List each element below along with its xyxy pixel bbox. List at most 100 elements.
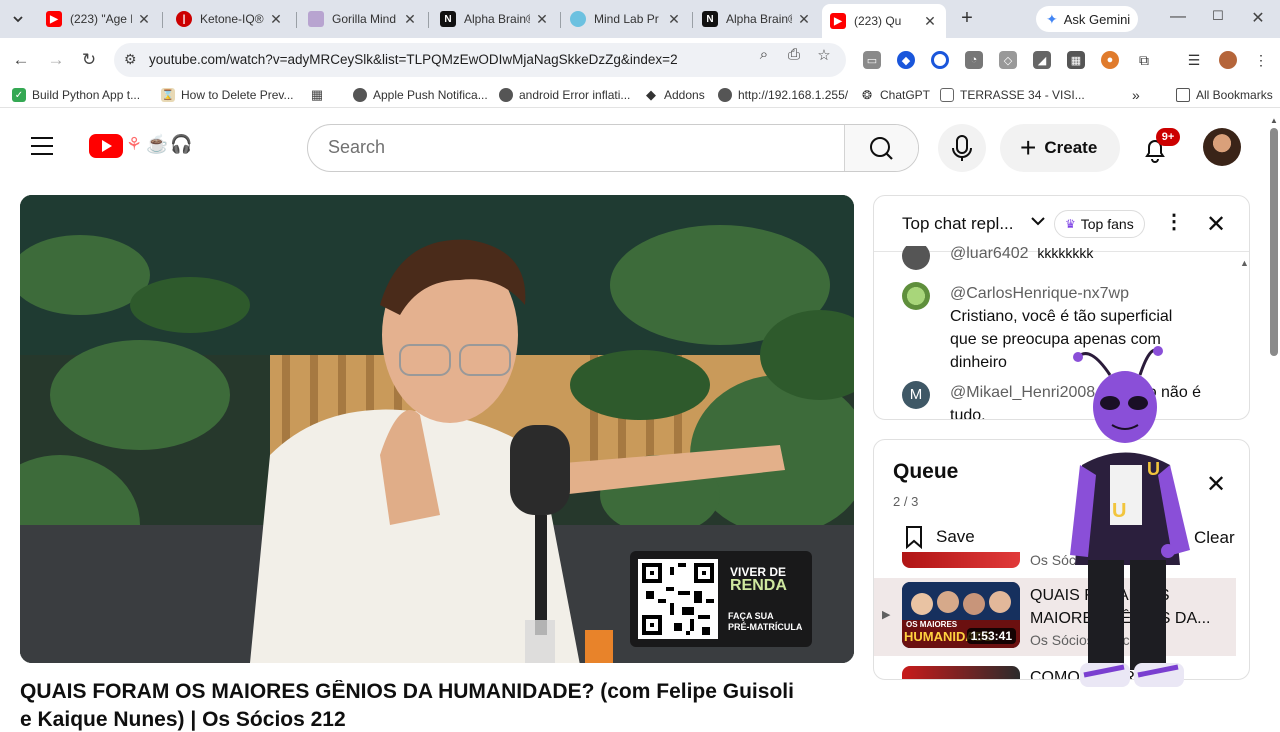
extensions-puzzle-icon[interactable]: ⧉	[1135, 51, 1153, 69]
microphone-icon	[952, 135, 972, 161]
tab-search-button[interactable]	[6, 7, 30, 31]
zoom-icon[interactable]: ⌕	[754, 46, 774, 63]
ask-gemini-button[interactable]: ✦ Ask Gemini	[1036, 6, 1138, 32]
close-tab-icon[interactable]: ✕	[136, 11, 152, 28]
install-app-icon[interactable]: ⎙	[784, 46, 804, 63]
create-button[interactable]: + Create	[1000, 124, 1120, 172]
scroll-up-arrow-icon[interactable]: ▲	[1270, 116, 1278, 125]
chat-text: kkkkkkkk	[1037, 246, 1094, 261]
avatar-initial: M	[909, 386, 923, 403]
avatar[interactable]: M	[902, 381, 930, 409]
profile-avatar-icon[interactable]	[1219, 51, 1237, 69]
voice-search-button[interactable]	[938, 124, 986, 172]
tab-title: Alpha Brain®	[726, 12, 792, 26]
scroll-up-arrow-icon[interactable]: ▲	[1240, 258, 1249, 268]
circle-extension-icon[interactable]	[931, 51, 949, 69]
bookmark-label: ChatGPT	[880, 88, 931, 102]
browser-tab-4[interactable]: N Alpha Brain® ✕	[432, 4, 558, 34]
more-menu-icon[interactable]: ⋮	[1252, 51, 1270, 69]
top-fans-chip[interactable]: ♛ Top fans	[1054, 210, 1145, 238]
search-box[interactable]: Search	[307, 124, 919, 172]
avatar[interactable]	[902, 282, 930, 310]
bookmark-star-icon[interactable]: ☆	[814, 46, 834, 64]
gemini-label: Ask Gemini	[1063, 11, 1131, 27]
tag-extension-icon[interactable]: ◢	[1033, 51, 1051, 69]
close-icon[interactable]: ✕	[1206, 210, 1226, 239]
close-tab-icon[interactable]: ✕	[268, 11, 284, 28]
gorilla-icon	[308, 11, 324, 27]
chat-author[interactable]: @luar6402	[950, 246, 1029, 262]
top-fans-label: Top fans	[1080, 216, 1134, 232]
chatgpt-icon: ❂	[860, 88, 874, 102]
reload-button[interactable]: ↻	[78, 49, 100, 71]
address-bar[interactable]: ⚙ youtube.com/watch?v=adyMRCeySlk&list=T…	[114, 43, 846, 77]
tab-strip: ▶ (223) "Age R ✕ | Ketone-IQ® ✕ Gorilla …	[0, 0, 1280, 38]
bookmark-item[interactable]: ⌛ How to Delete Prev...	[161, 86, 294, 104]
bookmark-item[interactable]: ✓ Build Python App t...	[12, 86, 140, 104]
cookie-extension-icon[interactable]: ●	[1101, 51, 1119, 69]
browser-tab-6[interactable]: N Alpha Brain® ✕	[694, 4, 820, 34]
folder-icon	[1176, 88, 1190, 102]
more-bookmarks-button[interactable]: »	[1132, 86, 1140, 104]
more-options-icon[interactable]: ⋮	[1164, 212, 1184, 232]
browser-tab-1[interactable]: ▶ (223) "Age R ✕	[38, 4, 160, 34]
video-title: QUAIS FORAM OS MAIORES GÊNIOS DA HUMANID…	[20, 680, 794, 703]
bookmark-label: How to Delete Prev...	[181, 88, 294, 102]
browser-tab-active[interactable]: ▶ (223) Qu ✕	[822, 4, 946, 38]
notification-badge: 9+	[1156, 128, 1180, 146]
all-bookmarks-button[interactable]: All Bookmarks	[1176, 86, 1273, 104]
close-tab-icon[interactable]: ✕	[402, 11, 418, 28]
shield-extension-icon[interactable]: ◆	[897, 51, 915, 69]
promo-overlay[interactable]: VIVER DE RENDA FAÇA SUA PRÉ-MATRÍCULA	[630, 551, 812, 647]
youtube-logo[interactable]	[89, 134, 123, 158]
doodle-headphones-icon: 🎧	[170, 134, 193, 154]
queue-title: Queue	[893, 460, 959, 483]
bookmark-item[interactable]: ❂ ChatGPT	[860, 86, 930, 104]
url-text[interactable]: youtube.com/watch?v=adyMRCeySlk&list=TLP…	[149, 52, 678, 67]
close-tab-icon[interactable]: ✕	[534, 11, 550, 28]
close-tab-icon[interactable]: ✕	[666, 11, 682, 28]
tab-title: (223) Qu	[854, 14, 902, 28]
maximize-button[interactable]: ☐	[1208, 8, 1228, 24]
chat-author[interactable]: @CarlosHenrique-nx7wp	[950, 282, 1202, 305]
search-input[interactable]: Search	[328, 137, 385, 158]
reading-list-icon[interactable]: ☰	[1185, 51, 1203, 69]
bookmark-item[interactable]: android Error inflati...	[499, 86, 630, 104]
svg-text:U: U	[1147, 459, 1160, 479]
extension-icon[interactable]: ▭	[863, 51, 881, 69]
browser-tab-5[interactable]: Mind Lab Pr ✕	[562, 4, 690, 34]
browser-tab-3[interactable]: Gorilla Mind ✕	[300, 4, 426, 34]
cta-line-1: FAÇA SUA	[728, 611, 774, 621]
forward-button[interactable]: →	[45, 49, 67, 71]
back-button[interactable]: ←	[10, 49, 32, 71]
page-scrollbar[interactable]	[1270, 128, 1278, 356]
minimize-button[interactable]: —	[1168, 8, 1188, 26]
globe-icon	[353, 88, 367, 102]
new-tab-button[interactable]: +	[956, 8, 978, 30]
bookmark-item[interactable]: TERRASSE 34 - VISI...	[940, 86, 1085, 104]
chevron-down-icon[interactable]	[1030, 214, 1046, 230]
bookmarks-bar: ✓ Build Python App t... ⌛ How to Delete …	[0, 82, 1280, 108]
bookmark-item[interactable]: http://192.168.1.255/	[718, 86, 848, 104]
account-avatar[interactable]	[1203, 128, 1241, 166]
apps-grid-button[interactable]: ▦	[310, 86, 330, 104]
bookmark-item[interactable]: ◆ Addons	[644, 86, 705, 104]
chat-mode-dropdown[interactable]: Top chat repl...	[902, 214, 1014, 234]
save-button[interactable]: Save	[904, 524, 975, 550]
queue-position: 2 / 3	[893, 494, 919, 509]
close-tab-icon[interactable]: ✕	[796, 11, 812, 28]
badge-extension-icon[interactable]: ◇	[999, 51, 1017, 69]
grid-extension-icon[interactable]: ▦	[1067, 51, 1085, 69]
globe-icon	[718, 88, 732, 102]
avatar[interactable]	[902, 246, 930, 270]
bookmark-item[interactable]: Apple Push Notifica...	[353, 86, 488, 104]
close-tab-icon[interactable]: ✕	[922, 13, 938, 30]
search-button[interactable]	[844, 125, 918, 171]
video-player[interactable]: VIVER DE RENDA FAÇA SUA PRÉ-MATRÍCULA	[20, 195, 854, 663]
browser-tab-2[interactable]: | Ketone-IQ® ✕	[168, 4, 292, 34]
close-window-button[interactable]: ✕	[1248, 8, 1268, 28]
menu-icon[interactable]	[31, 137, 53, 161]
puzzle-extension-icon[interactable]: ◔	[965, 51, 983, 69]
site-info-icon[interactable]: ⚙	[124, 51, 137, 68]
video-duration: 1:53:41	[966, 628, 1016, 644]
